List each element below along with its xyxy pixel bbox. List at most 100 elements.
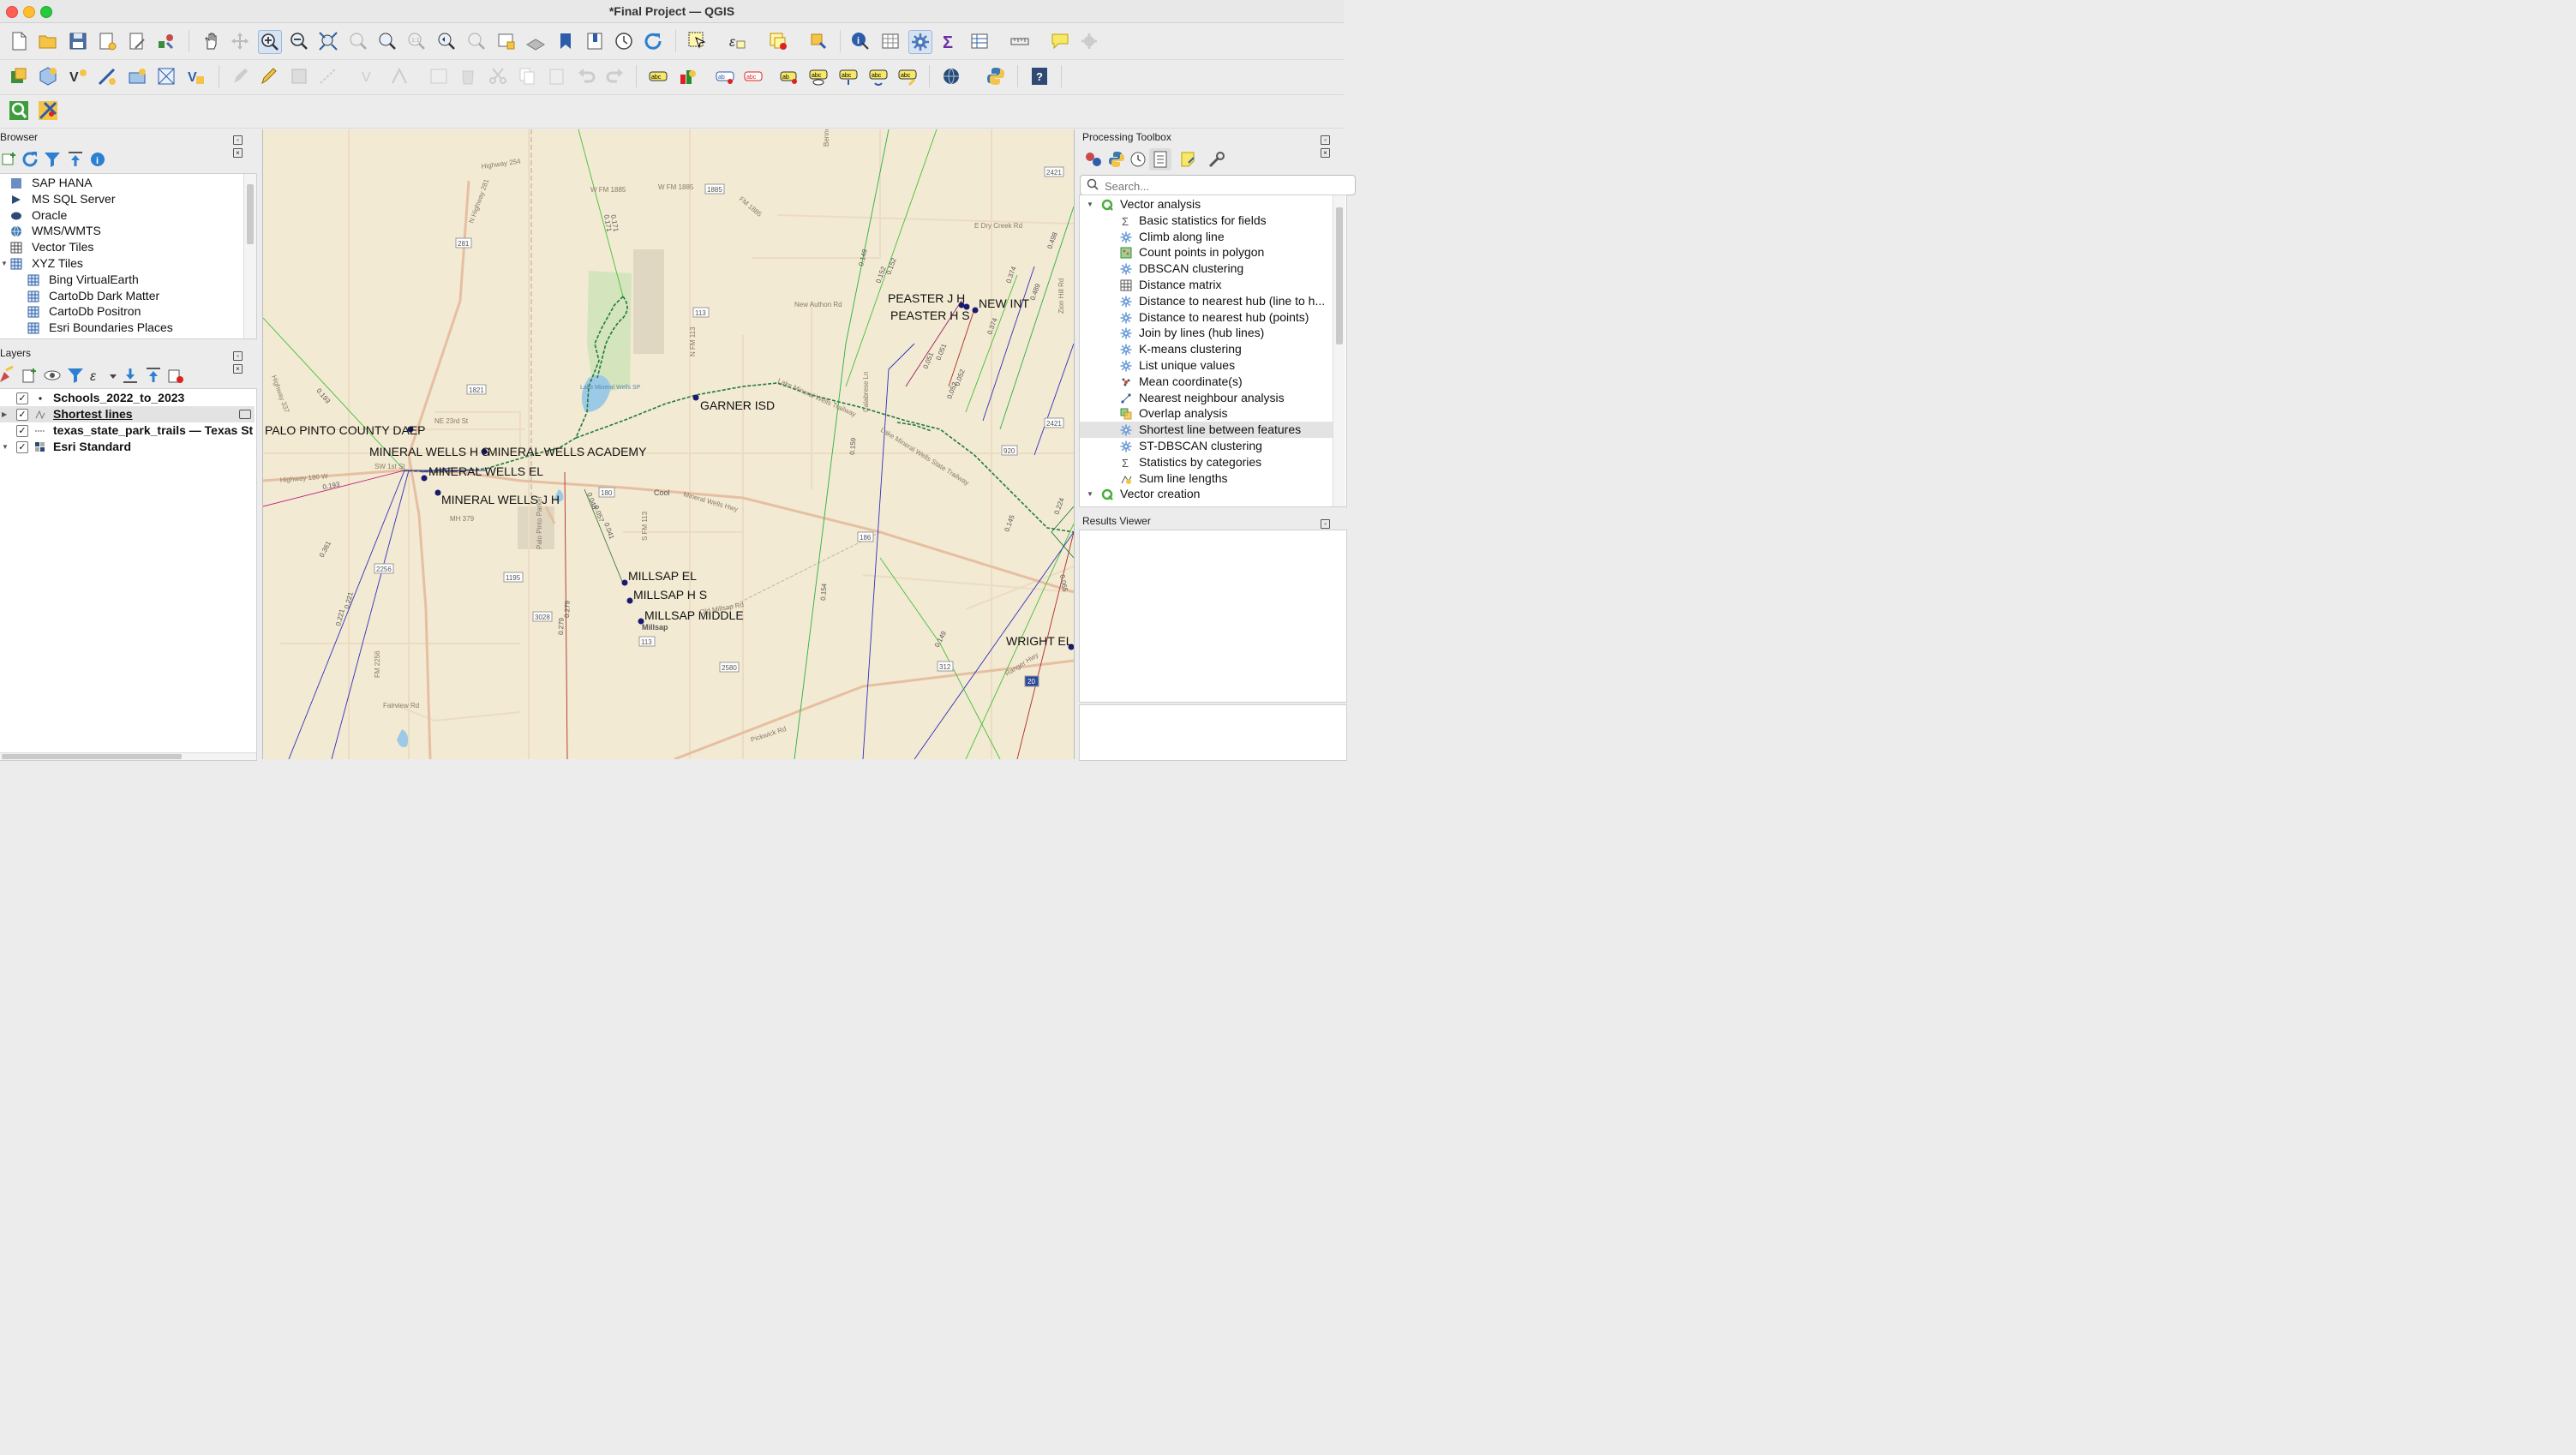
statistical-summary-icon[interactable]: Σ [938, 30, 961, 52]
toolbox-algorithm[interactable]: Distance to nearest hub (line to h... [1080, 293, 1333, 309]
edit-attributes-icon[interactable] [428, 65, 450, 87]
filter-by-expression-dropdown-icon[interactable] [110, 374, 117, 379]
layer-row[interactable]: ✓ Schools_2022_to_2023 [0, 390, 255, 406]
vertex-tool-icon[interactable]: V [359, 65, 381, 87]
layer-visibility-checkbox[interactable]: ✓ [16, 392, 28, 404]
open-layer-styling-icon[interactable] [0, 364, 19, 386]
toolbox-algorithm[interactable]: Distance matrix [1080, 277, 1333, 293]
new-3d-map-icon[interactable] [524, 30, 547, 52]
show-bookmarks-icon[interactable] [584, 30, 606, 52]
expand-all-icon[interactable] [119, 364, 141, 386]
python-console-icon[interactable] [985, 65, 1007, 87]
label-toolbar-icon[interactable]: abc [647, 65, 669, 87]
edit-features-in-place-icon[interactable] [1177, 148, 1200, 171]
browser-item[interactable]: SAP HANA [0, 175, 243, 191]
toolbox-search-box[interactable] [1080, 175, 1356, 195]
temporal-controller-icon[interactable] [613, 30, 635, 52]
style-manager-icon[interactable] [155, 30, 177, 52]
toolbox-algorithm[interactable]: Count points in polygon [1080, 244, 1333, 260]
filter-legend-icon[interactable] [64, 364, 87, 386]
redo-icon[interactable] [604, 65, 626, 87]
save-layer-edits-icon[interactable] [288, 65, 310, 87]
toolbox-algorithm[interactable]: DBSCAN clustering [1080, 260, 1333, 277]
select-features-icon[interactable] [686, 30, 709, 52]
layout-manager-icon[interactable] [126, 30, 148, 52]
filter-browser-icon[interactable] [41, 148, 63, 171]
browser-item[interactable]: Vector Tiles [0, 239, 243, 255]
layer-diagram-options-icon[interactable] [677, 65, 699, 87]
pan-to-selection-icon[interactable] [229, 30, 251, 52]
locator-search-icon[interactable] [8, 99, 30, 122]
add-group-icon[interactable] [19, 364, 41, 386]
toolbox-algorithm[interactable]: Join by lines (hub lines) [1080, 325, 1333, 341]
toolbox-algorithm[interactable]: Σ Basic statistics for fields [1080, 213, 1333, 229]
history-icon[interactable] [1127, 148, 1149, 171]
cut-features-icon[interactable] [487, 65, 509, 87]
toolbox-algorithm[interactable]: ST-DBSCAN clustering [1080, 438, 1333, 454]
highlight-pinned-labels-icon[interactable]: ab [714, 65, 736, 87]
new-temporary-layer-icon[interactable] [126, 65, 148, 87]
zoom-to-layer-icon[interactable] [376, 30, 398, 52]
show-hide-labels-icon[interactable]: ab [778, 65, 800, 87]
zoom-out-icon[interactable] [288, 30, 310, 52]
select-by-location-icon[interactable] [807, 30, 830, 52]
open-project-icon[interactable] [37, 30, 59, 52]
zoom-last-icon[interactable] [435, 30, 458, 52]
float-panel-icon[interactable]: ▫ [233, 135, 243, 145]
new-map-view-icon[interactable] [495, 30, 518, 52]
browser-item[interactable]: Bing VirtualEarth [0, 272, 243, 288]
toolbox-algorithm[interactable]: Shortest line between features [1080, 422, 1333, 439]
toolbox-algorithm[interactable]: Sum line lengths [1080, 470, 1333, 487]
toolbox-group[interactable]: ▼ Vector creation [1080, 486, 1333, 502]
expand-arrow-icon[interactable]: ▼ [1087, 196, 1093, 213]
filter-by-expression-icon[interactable]: ε [87, 364, 109, 386]
delete-selected-icon[interactable] [457, 65, 479, 87]
new-shapefile-layer-icon[interactable]: V [67, 65, 89, 87]
paste-features-icon[interactable] [546, 65, 568, 87]
browser-scrollbar[interactable] [243, 174, 256, 338]
refresh-icon[interactable] [642, 30, 664, 52]
browser-item[interactable]: Esri Boundaries Places [0, 320, 243, 336]
map-tips-icon[interactable] [1049, 30, 1071, 52]
browser-item[interactable]: WMS/WMTS [0, 223, 243, 239]
layer-visibility-checkbox[interactable]: ✓ [16, 425, 28, 437]
save-project-icon[interactable] [67, 30, 89, 52]
quickmapservices-icon[interactable] [940, 65, 962, 87]
toolbox-algorithm[interactable]: Nearest neighbour analysis [1080, 390, 1333, 406]
float-panel-icon[interactable]: ▫ [1321, 519, 1330, 529]
geoprocessing-settings-icon[interactable] [1078, 30, 1100, 52]
toggle-label-visibility-icon[interactable]: abc [807, 65, 830, 87]
copy-features-icon[interactable] [516, 65, 538, 87]
pan-map-icon[interactable] [200, 30, 222, 52]
zoom-full-icon[interactable] [317, 30, 339, 52]
toolbox-algorithm[interactable]: Mean coordinate(s) [1080, 374, 1333, 390]
close-panel-icon[interactable]: × [1321, 148, 1330, 158]
rotate-label-icon[interactable]: abc [867, 65, 890, 87]
deselect-features-icon[interactable] [767, 30, 789, 52]
map-canvas[interactable]: PALO PINTO COUNTY DAEP MINERAL WELLS H S… [262, 129, 1075, 759]
toolbox-algorithm[interactable]: List unique values [1080, 357, 1333, 374]
layer-row[interactable]: ▼ ✓ Esri Standard [0, 439, 255, 455]
toolbox-options-icon[interactable] [1206, 148, 1228, 171]
results-viewer-icon[interactable] [1149, 148, 1171, 171]
toolbox-algorithm[interactable]: K-means clustering [1080, 341, 1333, 357]
float-panel-icon[interactable]: ▫ [1321, 135, 1330, 145]
collapse-all-icon[interactable] [64, 148, 87, 171]
pin-unpin-labels-icon[interactable]: abc [742, 65, 764, 87]
expand-arrow-icon[interactable]: ▼ [1087, 486, 1093, 502]
change-label-properties-icon[interactable]: abc [896, 65, 919, 87]
close-panel-icon[interactable]: × [233, 364, 243, 374]
layer-row[interactable]: ▶ ✓ Shortest lines [0, 406, 255, 422]
toolbox-algorithm[interactable]: Climb along line [1080, 229, 1333, 245]
digitize-line-icon[interactable] [96, 65, 118, 87]
zoom-next-icon[interactable] [465, 30, 488, 52]
collapse-all-layers-icon[interactable] [142, 364, 165, 386]
toolbox-algorithm[interactable]: Overlap analysis [1080, 405, 1333, 422]
browser-item[interactable]: CartoDb Positron [0, 303, 243, 320]
data-source-manager-icon[interactable] [8, 65, 30, 87]
identify-features-icon[interactable]: i [849, 30, 872, 52]
layer-visibility-checkbox[interactable]: ✓ [16, 441, 28, 453]
toolbox-scrollbar[interactable] [1333, 195, 1345, 506]
manage-map-themes-icon[interactable] [41, 364, 63, 386]
select-by-expression-icon[interactable]: ε [726, 30, 748, 52]
